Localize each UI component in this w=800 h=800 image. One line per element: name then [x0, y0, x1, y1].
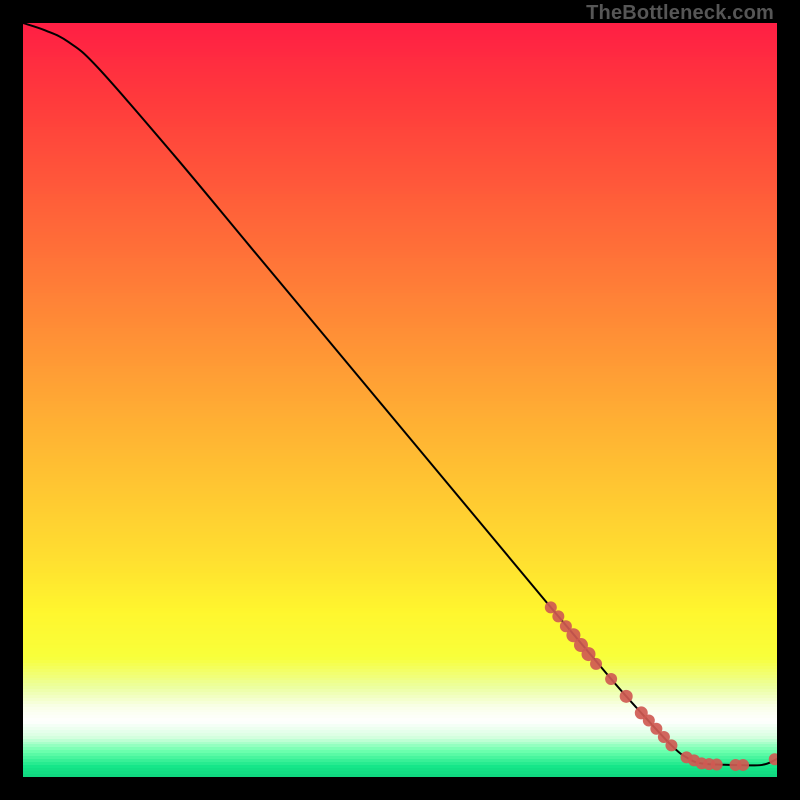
highlight-point	[620, 690, 633, 703]
highlight-point	[590, 658, 602, 670]
highlight-point	[711, 759, 723, 771]
chart-frame: TheBottleneck.com	[0, 0, 800, 800]
plot-area	[23, 23, 777, 777]
attribution-text: TheBottleneck.com	[586, 2, 774, 25]
highlight-point	[737, 759, 749, 771]
curve-layer	[23, 23, 777, 777]
highlight-point	[665, 739, 677, 751]
bottleneck-curve	[23, 23, 777, 765]
highlight-point	[552, 610, 564, 622]
highlight-point	[605, 673, 617, 685]
